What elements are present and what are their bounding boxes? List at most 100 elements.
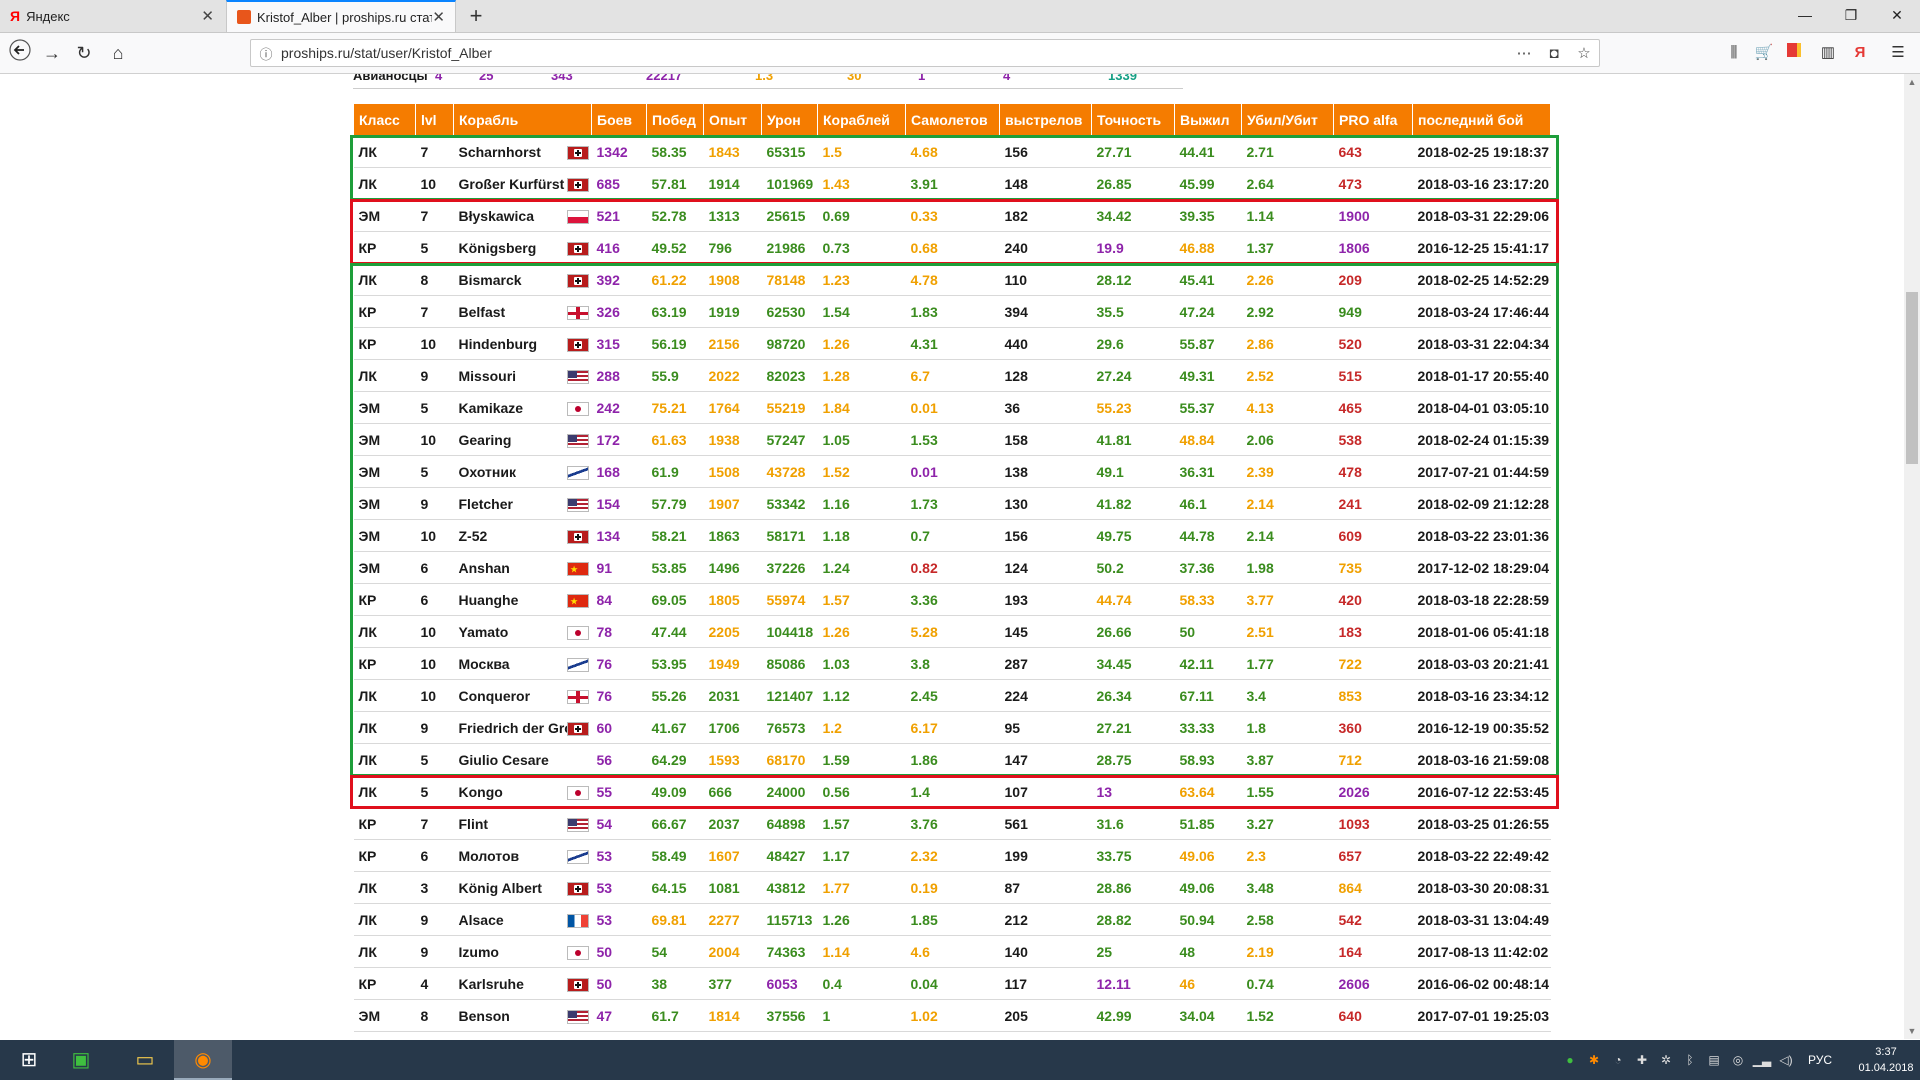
menu-icon[interactable]: ☰	[1886, 41, 1910, 65]
ship-name-cell[interactable]: Błyskawica	[453, 199, 592, 232]
back-button[interactable]	[6, 39, 34, 67]
ship-name[interactable]: Yamato	[459, 624, 509, 640]
ship-name-cell[interactable]: Yamato	[453, 615, 592, 648]
ship-name[interactable]: Anshan	[459, 560, 510, 576]
ship-name-cell[interactable]: Gearing	[453, 423, 592, 456]
ship-name-cell[interactable]: König Albert	[453, 871, 592, 904]
tray-app-icon[interactable]: ●	[1560, 1050, 1580, 1070]
ship-name[interactable]: Karlsruhe	[459, 976, 524, 992]
ship-name[interactable]: Fletcher	[459, 496, 513, 512]
ship-name[interactable]: Молотов	[459, 848, 520, 864]
input-language[interactable]: РУС	[1808, 1040, 1832, 1080]
ship-name-cell[interactable]: Conqueror	[453, 679, 592, 712]
ship-name[interactable]: Missouri	[459, 368, 517, 384]
ship-name-cell[interactable]: Hindenburg	[453, 327, 592, 360]
address-bar[interactable]: ⓘ proships.ru/stat/user/Kristof_Alber ⋯ …	[250, 39, 1600, 67]
page-actions-icon[interactable]: ⋯	[1509, 44, 1539, 62]
ship-name-cell[interactable]: Bismarck	[453, 263, 592, 296]
tray-display-icon[interactable]: ▤	[1704, 1050, 1724, 1070]
ship-name[interactable]: Conqueror	[459, 688, 531, 704]
store-icon[interactable]: ▣	[52, 1040, 110, 1080]
ship-name-cell[interactable]: Alsace	[453, 903, 592, 936]
ship-name-cell[interactable]: Kongo	[453, 775, 592, 808]
yandex-extension-icon[interactable]: Я	[1848, 41, 1872, 65]
ship-name-cell[interactable]: Königsberg	[453, 231, 592, 264]
tray-bluetooth-icon[interactable]: ᛒ	[1680, 1050, 1700, 1070]
column-header[interactable]: PRO alfa	[1333, 103, 1413, 136]
column-header[interactable]: lvl	[415, 103, 454, 136]
ship-name[interactable]: Bismarck	[459, 272, 522, 288]
ship-name[interactable]: König Albert	[459, 880, 542, 896]
forward-button[interactable]: →	[38, 39, 66, 67]
column-header[interactable]: Боев	[591, 103, 647, 136]
ship-name[interactable]: Охотник	[459, 464, 516, 480]
tray-antivirus-icon[interactable]: ◎	[1728, 1050, 1748, 1070]
restore-button[interactable]: ❐	[1828, 0, 1874, 32]
column-header[interactable]: Убил/Убит	[1241, 103, 1334, 136]
url-text[interactable]: proships.ru/stat/user/Kristof_Alber	[281, 45, 1509, 61]
scroll-up-arrow-icon[interactable]: ▲	[1904, 74, 1920, 90]
ship-name[interactable]: Belfast	[459, 304, 506, 320]
bookmark-flag-icon[interactable]	[1782, 41, 1806, 65]
ship-name-cell[interactable]: Huanghe ★	[453, 583, 592, 616]
sidebar-icon[interactable]: ▥	[1816, 41, 1840, 65]
windows-start-icon[interactable]: ⊞	[0, 1040, 58, 1080]
column-header[interactable]: Точность	[1091, 103, 1175, 136]
ship-name-cell[interactable]: Scharnhorst	[453, 135, 592, 168]
file-explorer-icon[interactable]: ▭	[116, 1040, 174, 1080]
ship-name[interactable]: Giulio Cesare	[459, 752, 549, 768]
column-header[interactable]: Кораблей	[817, 103, 906, 136]
column-header[interactable]: Класс	[353, 103, 416, 136]
tray-volume-icon[interactable]: ◁)	[1776, 1050, 1796, 1070]
column-header[interactable]: Выжил	[1174, 103, 1242, 136]
ship-name-cell[interactable]: Friedrich der Große	[453, 711, 592, 744]
ship-name[interactable]: Kongo	[459, 784, 503, 800]
ship-name[interactable]: Błyskawica	[459, 208, 535, 224]
ship-name[interactable]: Kamikaze	[459, 400, 524, 416]
column-header[interactable]: Опыт	[703, 103, 762, 136]
ship-name-cell[interactable]: Benson	[453, 999, 592, 1032]
ship-name[interactable]: Izumo	[459, 944, 499, 960]
ship-name[interactable]: Königsberg	[459, 240, 537, 256]
pocket-icon[interactable]: ◘	[1539, 45, 1569, 62]
library-icon[interactable]: ⫼	[1722, 41, 1746, 65]
close-tab-icon[interactable]: ✕	[432, 8, 445, 26]
tray-gamepad-icon[interactable]: ✚	[1632, 1050, 1652, 1070]
ship-name-cell[interactable]: Missouri	[453, 359, 592, 392]
ship-name-cell[interactable]: Молотов	[453, 839, 592, 872]
column-header[interactable]: Самолетов	[905, 103, 1000, 136]
column-header[interactable]: последний бой	[1412, 103, 1551, 136]
ship-name-cell[interactable]: Kamikaze	[453, 391, 592, 424]
home-button[interactable]: ⌂	[104, 39, 132, 67]
column-header[interactable]: выстрелов	[999, 103, 1092, 136]
ship-name-cell[interactable]: Izumo	[453, 935, 592, 968]
close-tab-icon[interactable]: ✕	[201, 7, 214, 25]
ship-name[interactable]: Benson	[459, 1008, 510, 1024]
ship-name[interactable]: Alsace	[459, 912, 504, 928]
tray-settings-icon[interactable]: ✲	[1656, 1050, 1676, 1070]
ship-name[interactable]: Z-52	[459, 528, 488, 544]
ship-name-cell[interactable]: Москва	[453, 647, 592, 680]
site-info-icon[interactable]: ⓘ	[251, 44, 281, 63]
column-header[interactable]: Побед	[646, 103, 704, 136]
ship-name-cell[interactable]: Flint	[453, 807, 592, 840]
ship-name-cell[interactable]: Karlsruhe	[453, 967, 592, 1000]
ship-name[interactable]: Москва	[459, 656, 510, 672]
scroll-down-arrow-icon[interactable]: ▼	[1904, 1023, 1920, 1039]
ship-name-cell[interactable]: Охотник	[453, 455, 592, 488]
tray-network-icon[interactable]: ◔	[1608, 1050, 1628, 1070]
new-tab-button[interactable]: +	[462, 2, 490, 30]
ship-name[interactable]: Flint	[459, 816, 489, 832]
column-header[interactable]: Урон	[761, 103, 818, 136]
ship-name-cell[interactable]: Belfast	[453, 295, 592, 328]
ship-name-cell[interactable]: Anshan ★	[453, 551, 592, 584]
ship-name-cell[interactable]: Fletcher	[453, 487, 592, 520]
minimize-button[interactable]: —	[1782, 0, 1828, 32]
bookmark-star-icon[interactable]: ☆	[1569, 44, 1599, 62]
ship-name[interactable]: Huanghe	[459, 592, 519, 608]
tray-signal-icon[interactable]: ▁▃	[1752, 1050, 1772, 1070]
cart-icon[interactable]: 🛒	[1752, 41, 1776, 65]
page-scrollbar[interactable]: ▲ ▼	[1904, 74, 1920, 1039]
firefox-icon[interactable]: ◉	[174, 1040, 232, 1080]
column-header[interactable]: Корабль	[453, 103, 592, 136]
